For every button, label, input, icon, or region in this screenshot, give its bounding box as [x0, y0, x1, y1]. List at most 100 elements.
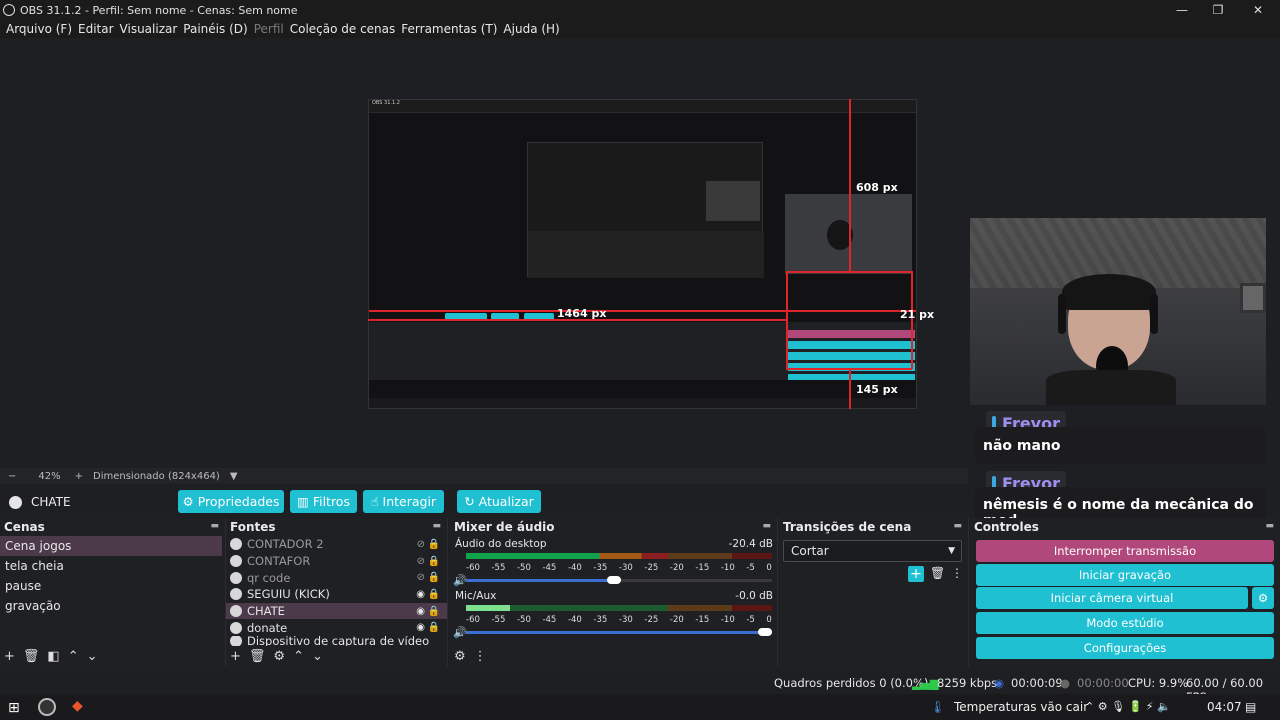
add-source-button[interactable]: +	[230, 649, 241, 664]
properties-button[interactable]: ⚙ Propriedades	[178, 490, 284, 513]
zoom-in-button[interactable]: +	[75, 471, 83, 482]
minimize-icon[interactable]: —	[1164, 0, 1200, 20]
source-item[interactable]: donate ◉ 🔒	[226, 619, 447, 636]
settings-button[interactable]: Configurações	[976, 637, 1274, 659]
notification-icon[interactable]: ▤	[1245, 700, 1256, 714]
source-toolbar: CHATE ⚙ Propriedades ▥ Filtros ☝ Interag…	[0, 488, 968, 518]
move-down-icon[interactable]: ⌄	[87, 649, 98, 664]
clock[interactable]: 04:07	[1207, 700, 1242, 714]
scale-dropdown-icon[interactable]: ▼	[230, 471, 238, 482]
interact-button[interactable]: ☝ Interagir	[363, 490, 444, 513]
transition-select[interactable]: Cortar ▼	[783, 540, 962, 562]
scene-item[interactable]: gravação	[0, 596, 225, 616]
close-icon[interactable]: ✕	[1240, 0, 1276, 20]
remove-scene-button[interactable]: 🗑	[23, 649, 40, 664]
move-up-icon[interactable]: ⌃	[293, 649, 304, 664]
channel-db: -0.0 dB	[735, 590, 773, 602]
scene-filters-button[interactable]: ◧	[47, 649, 59, 664]
start-icon[interactable]: ⊞	[8, 700, 20, 716]
dock-menu-icon[interactable]: ▬	[953, 521, 962, 531]
channel-name: Mic/Aux	[455, 590, 497, 602]
lock-icon[interactable]: 🔒	[428, 606, 440, 617]
dock-menu-icon[interactable]: ▬	[762, 521, 771, 531]
hidden-icon[interactable]: ⊘	[417, 572, 425, 583]
obs-taskbar-icon[interactable]	[38, 698, 56, 716]
volume-slider[interactable]	[466, 579, 613, 582]
tray-icons[interactable]: ⌃ ⚙ 🎙 🔋 ⚡ 🔈	[1085, 700, 1171, 713]
source-item[interactable]: CHATE ◉ 🔒	[226, 602, 447, 620]
maximize-icon[interactable]: ❐	[1200, 0, 1236, 20]
more-options-icon[interactable]: ⋮	[474, 649, 487, 664]
move-down-icon[interactable]: ⌄	[312, 649, 323, 664]
hidden-icon[interactable]: ⊘	[417, 556, 425, 567]
dock-menu-icon[interactable]: ▬	[210, 521, 219, 531]
record-status-icon: ●	[1060, 676, 1071, 690]
eye-icon[interactable]: ◉	[416, 589, 425, 600]
filters-button[interactable]: ▥ Filtros	[290, 490, 357, 513]
dock-menu-icon[interactable]: ▬	[432, 521, 441, 531]
add-scene-button[interactable]: +	[4, 649, 15, 664]
hidden-icon[interactable]: ⊘	[417, 539, 425, 550]
volume-knob[interactable]	[607, 576, 621, 584]
mixer-header: Mixer de áudio ▬	[450, 518, 777, 536]
lock-icon[interactable]: 🔒	[428, 622, 440, 633]
source-item[interactable]: Dispositivo de captura de vídeo	[226, 636, 447, 647]
remove-source-button[interactable]: 🗑	[249, 649, 266, 664]
audio-mixer-panel: Mixer de áudio ▬ Áudio do desktop -20.4 d…	[450, 518, 778, 666]
source-item[interactable]: CONTADOR 2 ⊘ 🔒	[226, 536, 447, 553]
meter-ticks: -60 -55 -50 -45 -40 -35 -30 -25 -20 -15 -10 -5 0	[466, 615, 772, 625]
add-transition-button[interactable]: +	[908, 566, 924, 582]
title-bar: OBS 31.1.2 - Perfil: Sem nome - Cenas: S…	[0, 0, 1280, 20]
weather-text[interactable]: Temperaturas vão cair	[954, 700, 1088, 714]
refresh-button[interactable]: ↻ Atualizar	[457, 490, 541, 513]
status-bar: Quadros perdidos 0 (0.0%) ▂▄▆ 8259 kbps …	[0, 672, 1280, 704]
record-time: 00:00:00	[1077, 676, 1129, 690]
start-virtual-camera-button[interactable]: Iniciar câmera virtual	[976, 587, 1248, 609]
studio-mode-button[interactable]: Modo estúdio	[976, 612, 1274, 634]
lock-icon[interactable]: 🔒	[428, 539, 440, 550]
start-recording-button[interactable]: Iniciar gravação	[976, 564, 1274, 586]
source-type-icon	[230, 588, 242, 601]
volume-slider[interactable]	[466, 631, 772, 634]
stop-stream-button[interactable]: Interromper transmissão	[976, 540, 1274, 562]
source-settings-icon[interactable]: ⚙	[273, 649, 285, 664]
zoom-out-button[interactable]: −	[8, 471, 16, 482]
selection-box-top	[786, 271, 912, 273]
scenes-toolbar: + 🗑 ◧ ⌃ ⌄	[0, 646, 225, 666]
channel-name: Áudio do desktop	[455, 538, 547, 550]
more-options-icon[interactable]: ⋮	[951, 566, 963, 580]
channel-db: -20.4 dB	[728, 538, 773, 550]
menu-colecao-cenas[interactable]: Coleção de cenas	[290, 22, 396, 36]
menu-visualizar[interactable]: Visualizar	[120, 22, 178, 36]
volume-knob[interactable]	[758, 628, 772, 636]
hair	[1062, 274, 1156, 310]
source-item[interactable]: CONTAFOR ⊘ 🔒	[226, 553, 447, 570]
lock-icon[interactable]: 🔒	[428, 572, 440, 583]
nested-obs-capture: OBS 31.1.2	[368, 99, 917, 409]
level-meter	[466, 553, 668, 559]
menu-arquivo[interactable]: Arquivo (F)	[6, 22, 72, 36]
virtual-camera-settings-icon[interactable]: ⚙	[1252, 587, 1274, 609]
menu-editar[interactable]: Editar	[78, 22, 114, 36]
lock-icon[interactable]: 🔒	[428, 589, 440, 600]
remove-transition-button[interactable]: 🗑	[930, 566, 945, 580]
menu-paineis[interactable]: Painéis (D)	[183, 22, 247, 36]
menu-ferramentas[interactable]: Ferramentas (T)	[401, 22, 497, 36]
lock-icon[interactable]: 🔒	[428, 556, 440, 567]
menu-ajuda[interactable]: Ajuda (H)	[503, 22, 559, 36]
speaker-icon[interactable]: 🔊	[453, 574, 467, 587]
source-item[interactable]: qr code ⊘ 🔒	[226, 569, 447, 586]
nested-preview	[527, 142, 764, 278]
dock-menu-icon[interactable]: ▬	[1265, 521, 1274, 531]
advanced-audio-icon[interactable]: ⚙	[454, 649, 466, 664]
brave-icon[interactable]: ◆	[72, 698, 83, 714]
scene-item[interactable]: tela cheia	[0, 556, 225, 576]
eye-icon[interactable]: ◉	[416, 606, 425, 617]
menu-perfil[interactable]: Perfil	[254, 22, 284, 36]
move-up-icon[interactable]: ⌃	[68, 649, 79, 664]
eye-icon[interactable]: ◉	[416, 622, 425, 633]
speaker-icon[interactable]: 🔊	[453, 626, 467, 639]
source-item[interactable]: SEGUIU (KICK) ◉ 🔒	[226, 586, 447, 603]
scene-item[interactable]: pause	[0, 576, 225, 596]
scene-item[interactable]: Cena jogos	[0, 536, 222, 556]
